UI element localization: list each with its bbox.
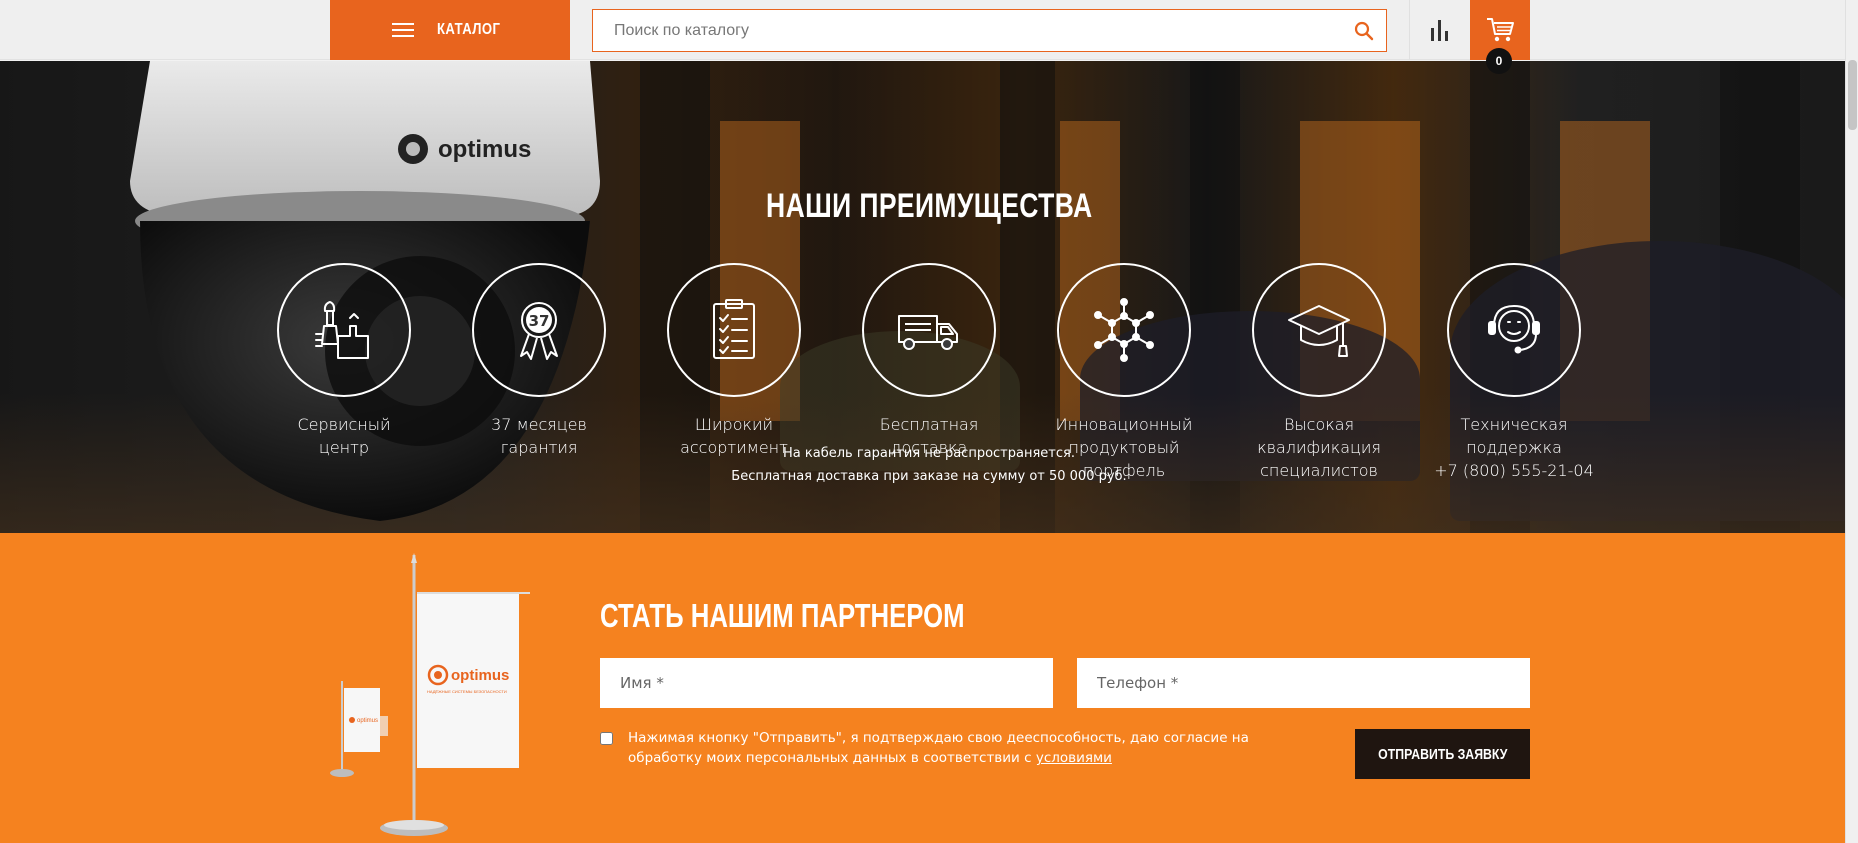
camera-brand-label: optimus [438,136,531,163]
consent-row: Нажимая кнопку "Отправить", я подтвержда… [600,728,1260,768]
burger-icon [392,23,415,37]
truck-icon [898,315,958,350]
compare-button[interactable] [1409,0,1469,60]
warranty-number: 37 [529,312,550,330]
cart-icon [1487,18,1514,42]
advantage-text: Техническая [1460,415,1568,434]
consent-checkbox[interactable] [600,732,613,745]
partner-title: СТАТЬ НАШИМ ПАРТНЕРОМ [600,597,965,634]
top-bar: КАТАЛОГ [0,0,1858,60]
search-box [592,9,1387,52]
advantage-text: Высокая [1283,415,1355,434]
terms-link[interactable]: условиями [1036,750,1112,766]
advantages-section: optimus НАШИ ПРЕИМУЩЕСТВА Сервисный центр [0,61,1858,533]
advantage-assortment: Широкий ассортимент [649,263,819,459]
molecule-icon [1094,298,1154,362]
submit-button[interactable]: ОТПРАВИТЬ ЗАЯВКУ [1355,729,1530,779]
search-icon[interactable] [1342,10,1386,51]
service-tools-icon [315,301,369,359]
bar-chart-icon [1430,20,1448,41]
cart-count-badge: 0 [1486,48,1512,74]
advantage-text: Сервисный [297,415,391,434]
name-field[interactable] [600,658,1053,708]
catalog-button[interactable]: КАТАЛОГ [330,0,570,60]
advantage-text: 37 месяцев [491,415,587,434]
warranty-badge-icon: 37 [520,302,558,360]
advantages-title: НАШИ ПРЕИМУЩЕСТВА [765,187,1093,225]
support-headset-icon [1488,304,1540,354]
small-flag-brand: optimus [357,718,378,724]
advantage-service: Сервисный центр [259,263,429,459]
graduation-cap-icon [1288,305,1350,357]
consent-text: Нажимая кнопку "Отправить", я подтвержда… [628,730,1249,766]
catalog-label: КАТАЛОГ [437,21,501,38]
delivery-note: Бесплатная доставка при заказе на сумму … [731,469,1127,484]
flags-image: optimus НАДЁЖНЫЕ СИСТЕМЫ БЕЗОПАСНОСТИ op… [330,553,530,836]
advantage-warranty: 37 37 месяцев гарантия [454,263,624,459]
partner-section: optimus НАДЁЖНЫЕ СИСТЕМЫ БЕЗОПАСНОСТИ op… [0,533,1858,843]
warranty-note: На кабель гарантия не распространяется. [783,446,1075,461]
advantage-text: Широкий [694,415,774,434]
advantage-text: Бесплатная [879,415,979,434]
advantage-text: Инновационный [1055,415,1193,434]
page-scrollbar[interactable] [1845,0,1858,843]
search-input[interactable] [593,10,1342,51]
advantage-delivery: Бесплатная доставка [844,263,1014,459]
flag-brand: optimus [451,667,509,684]
checklist-icon [713,299,755,359]
phone-field[interactable] [1077,658,1530,708]
flag-tagline: НАДЁЖНЫЕ СИСТЕМЫ БЕЗОПАСНОСТИ [427,689,507,694]
